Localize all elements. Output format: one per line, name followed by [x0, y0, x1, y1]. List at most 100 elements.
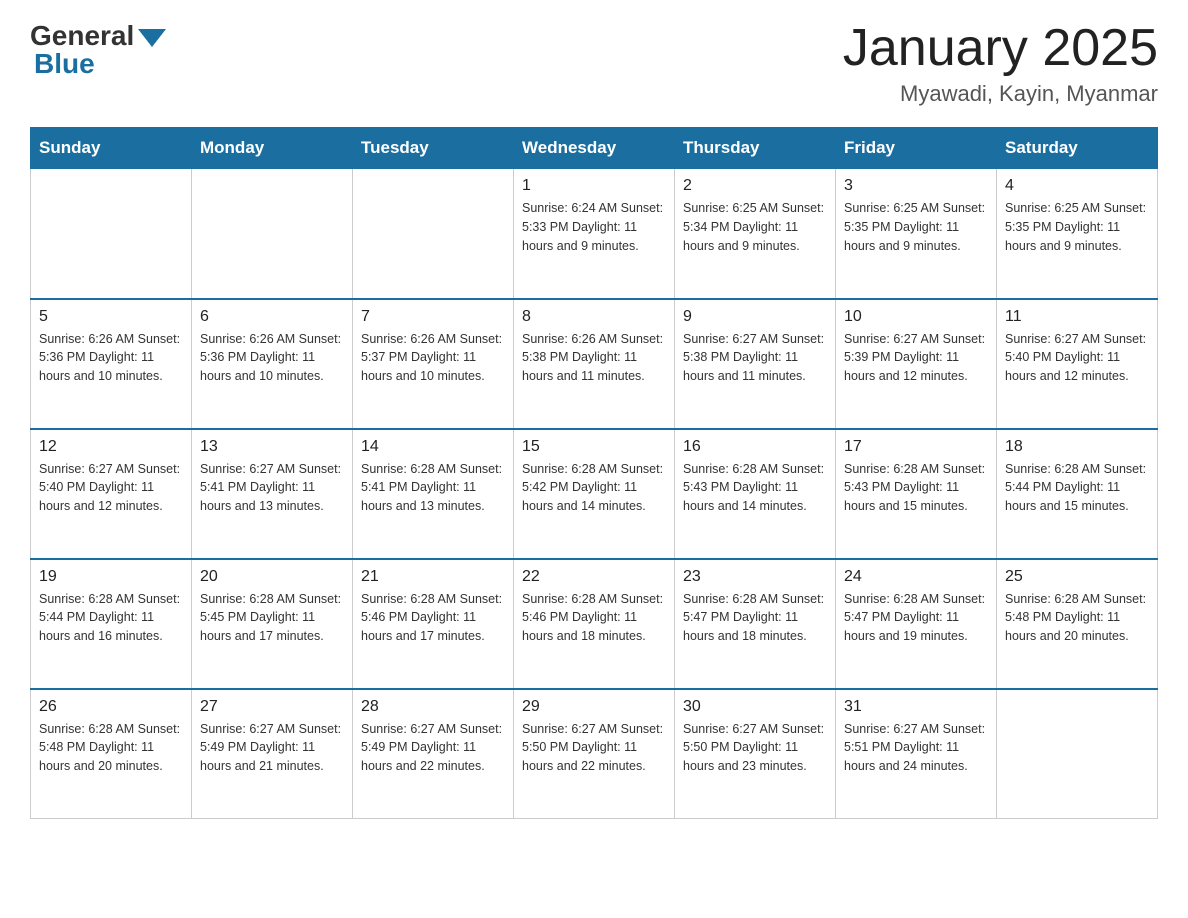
calendar-cell-10: 10Sunrise: 6:27 AM Sunset: 5:39 PM Dayli…: [836, 299, 997, 429]
day-info: Sunrise: 6:28 AM Sunset: 5:47 PM Dayligh…: [844, 590, 988, 646]
day-number: 2: [683, 177, 827, 195]
day-number: 16: [683, 438, 827, 456]
day-number: 6: [200, 308, 344, 326]
day-info: Sunrise: 6:28 AM Sunset: 5:45 PM Dayligh…: [200, 590, 344, 646]
calendar-cell-3: 3 Sunrise: 6:25 AM Sunset: 5:35 PM Daylig…: [836, 169, 997, 299]
day-number: 1: [522, 177, 666, 195]
day-info: Sunrise: 6:28 AM Sunset: 5:48 PM Dayligh…: [1005, 590, 1149, 646]
day-info: Sunrise: 6:27 AM Sunset: 5:40 PM Dayligh…: [39, 460, 183, 516]
day-info: Sunrise: 6:27 AM Sunset: 5:49 PM Dayligh…: [361, 720, 505, 776]
calendar-cell-22: 22 Sunrise: 6:28 AM Sunset: 5:46 PM Dayli…: [514, 559, 675, 689]
day-number: 27: [200, 698, 344, 716]
day-info: Sunrise: 6:26 AM Sunset: 5:36 PM Dayligh…: [200, 330, 344, 386]
day-number: 18: [1005, 438, 1149, 456]
day-number: 17: [844, 438, 988, 456]
day-number: 22: [522, 568, 666, 586]
calendar-cell-17: 17 Sunrise: 6:28 AM Sunset: 5:43 PM Dayli…: [836, 429, 997, 559]
calendar-cell-7: 7 Sunrise: 6:26 AM Sunset: 5:37 PM Daylig…: [353, 299, 514, 429]
day-number: 23: [683, 568, 827, 586]
day-number: 14: [361, 438, 505, 456]
calendar-cell-16: 16 Sunrise: 6:28 AM Sunset: 5:43 PM Dayli…: [675, 429, 836, 559]
calendar-cell-30: 30Sunrise: 6:27 AM Sunset: 5:50 PM Dayli…: [675, 689, 836, 819]
location-subtitle: Myawadi, Kayin, Myanmar: [843, 81, 1158, 107]
day-info: Sunrise: 6:24 AM Sunset: 5:33 PM Dayligh…: [522, 199, 666, 255]
title-area: January 2025 Myawadi, Kayin, Myanmar: [843, 20, 1158, 107]
weekday-header-saturday: Saturday: [997, 128, 1158, 169]
day-number: 31: [844, 698, 988, 716]
weekday-header-sunday: Sunday: [31, 128, 192, 169]
weekday-header-friday: Friday: [836, 128, 997, 169]
calendar-cell-24: 24 Sunrise: 6:28 AM Sunset: 5:47 PM Dayli…: [836, 559, 997, 689]
day-number: 4: [1005, 177, 1149, 195]
day-number: 13: [200, 438, 344, 456]
day-info: Sunrise: 6:28 AM Sunset: 5:44 PM Dayligh…: [1005, 460, 1149, 516]
day-number: 3: [844, 177, 988, 195]
day-number: 9: [683, 308, 827, 326]
day-info: Sunrise: 6:28 AM Sunset: 5:43 PM Dayligh…: [683, 460, 827, 516]
calendar-cell-28: 28 Sunrise: 6:27 AM Sunset: 5:49 PM Dayli…: [353, 689, 514, 819]
calendar-cell-15: 15Sunrise: 6:28 AM Sunset: 5:42 PM Dayli…: [514, 429, 675, 559]
day-info: Sunrise: 6:28 AM Sunset: 5:43 PM Dayligh…: [844, 460, 988, 516]
day-info: Sunrise: 6:28 AM Sunset: 5:42 PM Dayligh…: [522, 460, 666, 516]
day-number: 11: [1005, 308, 1149, 326]
calendar-cell-4: 4 Sunrise: 6:25 AM Sunset: 5:35 PM Daylig…: [997, 169, 1158, 299]
weekday-header-thursday: Thursday: [675, 128, 836, 169]
weekday-header-wednesday: Wednesday: [514, 128, 675, 169]
logo: General Blue: [30, 20, 166, 80]
day-number: 25: [1005, 568, 1149, 586]
week-row-4: 19Sunrise: 6:28 AM Sunset: 5:44 PM Dayli…: [31, 559, 1158, 689]
calendar-cell-11: 11 Sunrise: 6:27 AM Sunset: 5:40 PM Dayli…: [997, 299, 1158, 429]
calendar-cell-empty: [353, 169, 514, 299]
calendar-cell-14: 14 Sunrise: 6:28 AM Sunset: 5:41 PM Dayli…: [353, 429, 514, 559]
calendar-cell-19: 19Sunrise: 6:28 AM Sunset: 5:44 PM Dayli…: [31, 559, 192, 689]
day-number: 29: [522, 698, 666, 716]
calendar-cell-20: 20 Sunrise: 6:28 AM Sunset: 5:45 PM Dayli…: [192, 559, 353, 689]
calendar-table: SundayMondayTuesdayWednesdayThursdayFrid…: [30, 127, 1158, 819]
day-info: Sunrise: 6:27 AM Sunset: 5:49 PM Dayligh…: [200, 720, 344, 776]
day-info: Sunrise: 6:28 AM Sunset: 5:46 PM Dayligh…: [522, 590, 666, 646]
calendar-cell-27: 27 Sunrise: 6:27 AM Sunset: 5:49 PM Dayli…: [192, 689, 353, 819]
calendar-cell-29: 29 Sunrise: 6:27 AM Sunset: 5:50 PM Dayli…: [514, 689, 675, 819]
calendar-cell-21: 21 Sunrise: 6:28 AM Sunset: 5:46 PM Dayli…: [353, 559, 514, 689]
calendar-cell-12: 12 Sunrise: 6:27 AM Sunset: 5:40 PM Dayli…: [31, 429, 192, 559]
day-info: Sunrise: 6:25 AM Sunset: 5:34 PM Dayligh…: [683, 199, 827, 255]
day-number: 8: [522, 308, 666, 326]
day-number: 5: [39, 308, 183, 326]
day-number: 24: [844, 568, 988, 586]
day-info: Sunrise: 6:26 AM Sunset: 5:37 PM Dayligh…: [361, 330, 505, 386]
day-number: 21: [361, 568, 505, 586]
day-number: 7: [361, 308, 505, 326]
day-number: 12: [39, 438, 183, 456]
week-row-5: 26Sunrise: 6:28 AM Sunset: 5:48 PM Dayli…: [31, 689, 1158, 819]
day-info: Sunrise: 6:28 AM Sunset: 5:46 PM Dayligh…: [361, 590, 505, 646]
logo-triangle-icon: [138, 29, 166, 47]
day-info: Sunrise: 6:25 AM Sunset: 5:35 PM Dayligh…: [1005, 199, 1149, 255]
day-number: 20: [200, 568, 344, 586]
day-info: Sunrise: 6:28 AM Sunset: 5:47 PM Dayligh…: [683, 590, 827, 646]
day-info: Sunrise: 6:28 AM Sunset: 5:44 PM Dayligh…: [39, 590, 183, 646]
calendar-cell-5: 5Sunrise: 6:26 AM Sunset: 5:36 PM Daylig…: [31, 299, 192, 429]
calendar-cell-8: 8 Sunrise: 6:26 AM Sunset: 5:38 PM Daylig…: [514, 299, 675, 429]
day-info: Sunrise: 6:27 AM Sunset: 5:51 PM Dayligh…: [844, 720, 988, 776]
calendar-cell-1: 1 Sunrise: 6:24 AM Sunset: 5:33 PM Daylig…: [514, 169, 675, 299]
month-title: January 2025: [843, 20, 1158, 77]
day-info: Sunrise: 6:28 AM Sunset: 5:41 PM Dayligh…: [361, 460, 505, 516]
calendar-cell-empty: [997, 689, 1158, 819]
calendar-cell-empty: [192, 169, 353, 299]
calendar-cell-9: 9 Sunrise: 6:27 AM Sunset: 5:38 PM Daylig…: [675, 299, 836, 429]
weekday-header-row: SundayMondayTuesdayWednesdayThursdayFrid…: [31, 128, 1158, 169]
day-info: Sunrise: 6:26 AM Sunset: 5:38 PM Dayligh…: [522, 330, 666, 386]
day-number: 10: [844, 308, 988, 326]
calendar-cell-26: 26Sunrise: 6:28 AM Sunset: 5:48 PM Dayli…: [31, 689, 192, 819]
day-info: Sunrise: 6:25 AM Sunset: 5:35 PM Dayligh…: [844, 199, 988, 255]
week-row-1: 1 Sunrise: 6:24 AM Sunset: 5:33 PM Daylig…: [31, 169, 1158, 299]
calendar-cell-31: 31 Sunrise: 6:27 AM Sunset: 5:51 PM Dayli…: [836, 689, 997, 819]
day-info: Sunrise: 6:27 AM Sunset: 5:40 PM Dayligh…: [1005, 330, 1149, 386]
day-info: Sunrise: 6:27 AM Sunset: 5:50 PM Dayligh…: [522, 720, 666, 776]
day-info: Sunrise: 6:27 AM Sunset: 5:38 PM Dayligh…: [683, 330, 827, 386]
day-number: 28: [361, 698, 505, 716]
day-info: Sunrise: 6:27 AM Sunset: 5:41 PM Dayligh…: [200, 460, 344, 516]
day-info: Sunrise: 6:27 AM Sunset: 5:50 PM Dayligh…: [683, 720, 827, 776]
logo-blue-text: Blue: [30, 48, 95, 80]
calendar-cell-18: 18 Sunrise: 6:28 AM Sunset: 5:44 PM Dayli…: [997, 429, 1158, 559]
